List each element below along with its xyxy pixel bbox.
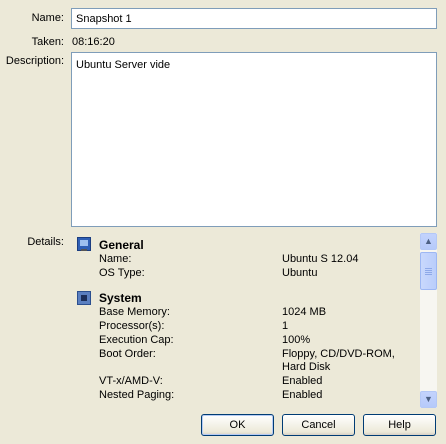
help-button[interactable]: Help xyxy=(363,414,436,436)
general-name-value: Ubuntu S 12.04 xyxy=(282,253,359,265)
system-memory-value: 1024 MB xyxy=(282,306,327,318)
system-vtx-key: VT-x/AMD-V: xyxy=(99,375,163,387)
description-label: Description: xyxy=(5,55,64,67)
cancel-button[interactable]: Cancel xyxy=(282,414,355,436)
name-label: Name: xyxy=(31,12,64,24)
monitor-icon xyxy=(77,237,91,251)
scroll-thumb[interactable] xyxy=(420,252,437,290)
details-scrollbar[interactable]: ▲ ▼ xyxy=(420,233,437,408)
general-name-key: Name: xyxy=(99,253,132,265)
description-text: Ubuntu Server vide xyxy=(76,59,171,71)
ok-button[interactable]: OK xyxy=(201,414,274,436)
scroll-down-icon[interactable]: ▼ xyxy=(420,391,437,408)
system-processors-key: Processor(s): xyxy=(99,320,165,332)
scroll-up-icon[interactable]: ▲ xyxy=(420,233,437,250)
general-ostype-value: Ubuntu xyxy=(282,267,318,279)
system-nested-value: Enabled xyxy=(282,389,323,401)
system-vtx-value: Enabled xyxy=(282,375,323,387)
system-bootorder-key: Boot Order: xyxy=(99,348,156,360)
name-input[interactable] xyxy=(71,8,437,29)
system-bootorder-value: Floppy, CD/DVD-ROM, xyxy=(282,348,395,360)
general-ostype-key: OS Type: xyxy=(99,267,145,279)
system-processors-value: 1 xyxy=(282,320,289,332)
taken-value: 08:16:20 xyxy=(72,36,115,48)
system-nested-key: Nested Paging: xyxy=(99,389,175,401)
taken-label: Taken: xyxy=(31,36,64,48)
details-label: Details: xyxy=(27,236,64,248)
system-execcap-key: Execution Cap: xyxy=(99,334,174,346)
system-bootorder-cont-value: Hard Disk xyxy=(282,361,331,373)
system-memory-key: Base Memory: xyxy=(99,306,170,318)
system-execcap-value: 100% xyxy=(282,334,311,346)
system-section-title: System xyxy=(99,291,142,305)
general-section-title: General xyxy=(99,238,144,252)
details-panel[interactable]: General Name: Ubuntu S 12.04 OS Type: Ub… xyxy=(71,233,437,408)
chip-icon xyxy=(77,291,91,305)
description-textarea[interactable]: Ubuntu Server vide xyxy=(71,52,437,227)
